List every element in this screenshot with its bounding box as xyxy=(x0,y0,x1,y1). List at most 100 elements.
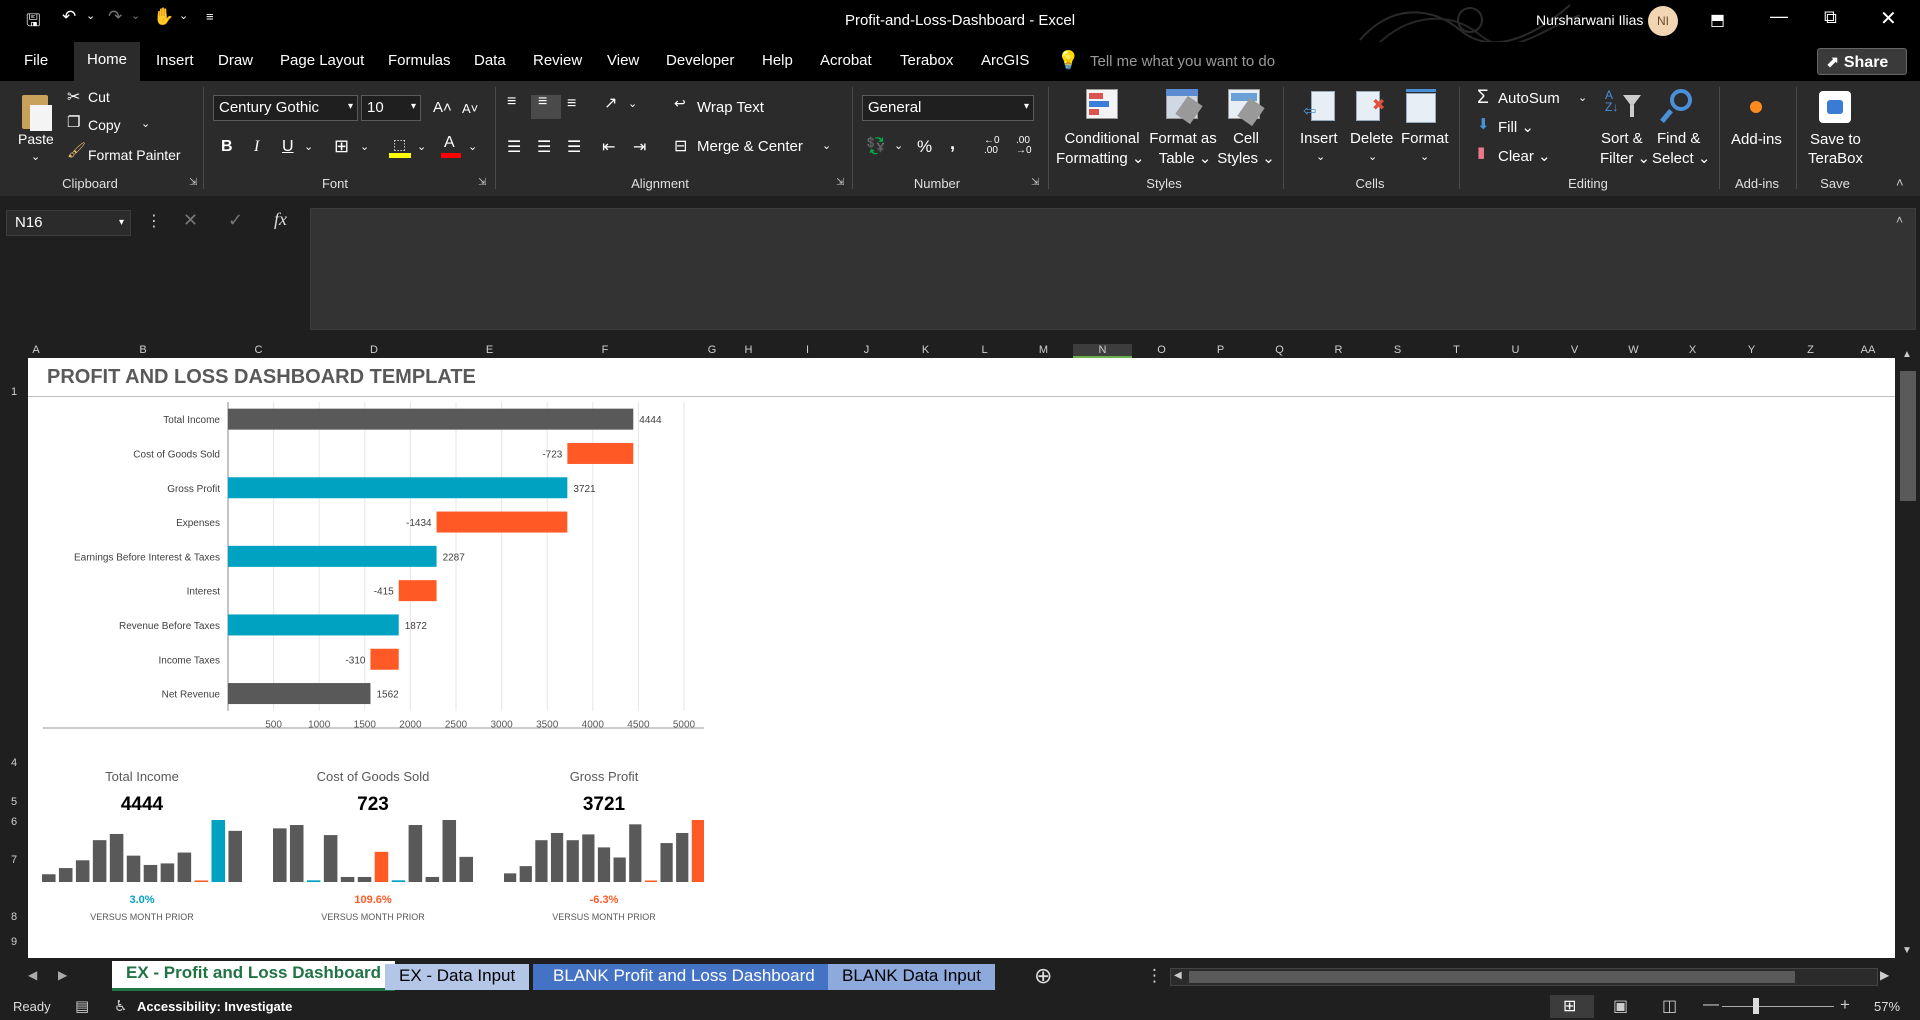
scroll-up-icon[interactable]: ▲ xyxy=(1902,349,1912,360)
column-header-x[interactable]: X xyxy=(1663,344,1722,356)
fill-color-dropdown-icon[interactable]: ⌄ xyxy=(417,140,426,153)
column-header-s[interactable]: S xyxy=(1368,344,1427,356)
zoom-level[interactable]: 57% xyxy=(1874,999,1900,1014)
clear-button[interactable]: Clear ⌄ xyxy=(1498,147,1551,165)
redo-icon[interactable]: ↷ xyxy=(108,7,122,27)
column-header-aa[interactable]: AA xyxy=(1840,344,1896,356)
column-header-b[interactable]: B xyxy=(43,344,243,356)
format-cells-icon[interactable] xyxy=(1406,89,1440,123)
tab-scroll-right-icon[interactable]: ▶ xyxy=(58,968,67,982)
column-header-e[interactable]: E xyxy=(474,344,505,356)
paste-button[interactable]: Paste xyxy=(18,131,54,147)
insert-cells-button[interactable]: Insert xyxy=(1300,130,1338,147)
copy-icon[interactable]: ❐ xyxy=(67,113,80,131)
cancel-entry-icon[interactable]: ✕ xyxy=(183,210,198,231)
horizontal-scroll-thumb[interactable] xyxy=(1189,971,1795,983)
cut-icon[interactable]: ✂ xyxy=(67,87,80,107)
shrink-font-button[interactable]: A˅ xyxy=(462,101,478,116)
page-break-view-icon[interactable]: ◫ xyxy=(1662,996,1677,1016)
row-header-9[interactable]: 9 xyxy=(2,936,26,948)
touch-dropdown-icon[interactable]: ⌄ xyxy=(179,9,188,22)
tab-insert[interactable]: Insert xyxy=(156,52,194,69)
column-header-r[interactable]: R xyxy=(1309,344,1368,356)
font-name-select[interactable]: Century Gothic ▾ xyxy=(213,95,358,121)
terabox-icon[interactable] xyxy=(1819,91,1851,123)
column-header-a[interactable]: A xyxy=(29,344,43,356)
increase-decimal-button[interactable]: ←0.00 xyxy=(984,136,1000,156)
collapse-ribbon-icon[interactable]: ˄ xyxy=(1896,175,1904,190)
find-select-icon[interactable] xyxy=(1660,89,1696,123)
save-to-terabox-button[interactable]: Save to xyxy=(1810,131,1861,148)
column-header-t[interactable]: T xyxy=(1427,344,1486,356)
column-header-v[interactable]: V xyxy=(1545,344,1604,356)
orientation-dropdown-icon[interactable]: ⌄ xyxy=(628,97,637,110)
add-ins-icon[interactable] xyxy=(1750,101,1762,113)
zoom-out-icon[interactable]: — xyxy=(1703,996,1719,1014)
paste-icon[interactable] xyxy=(18,91,54,131)
format-as-table-button[interactable]: Format as xyxy=(1148,130,1218,147)
ribbon-display-icon[interactable]: ⬒ xyxy=(1710,10,1725,30)
save-icon[interactable]: 🖫 xyxy=(26,8,40,37)
column-header-z[interactable]: Z xyxy=(1781,344,1840,356)
scroll-left-icon[interactable]: ◀ xyxy=(1174,970,1182,981)
cell-styles-button[interactable]: Cell xyxy=(1224,130,1268,147)
underline-button[interactable]: U xyxy=(282,138,294,156)
accessibility-status[interactable]: Accessibility: Investigate xyxy=(137,999,292,1014)
wrap-text-button[interactable]: Wrap Text xyxy=(697,99,764,116)
row-header-5[interactable]: 5 xyxy=(2,796,26,808)
row-header-6[interactable]: 6 xyxy=(2,816,26,828)
orientation-icon[interactable]: ↗ xyxy=(604,93,617,113)
fill-color-icon[interactable]: ⬚ xyxy=(389,136,411,158)
fill-button[interactable]: Fill ⌄ xyxy=(1498,118,1534,136)
font-size-select[interactable]: 10 ▾ xyxy=(361,95,421,121)
row-header-4[interactable]: 4 xyxy=(2,757,26,769)
column-header-j[interactable]: J xyxy=(837,344,896,356)
italic-button[interactable]: I xyxy=(254,138,259,156)
column-header-c[interactable]: C xyxy=(243,344,274,356)
zoom-slider[interactable] xyxy=(1722,1006,1834,1007)
share-button[interactable]: ⬈ Share ⌄ xyxy=(1817,48,1907,88)
kpi-card-gross-profit[interactable]: Gross Profit 3721 -6.3% VERSUS MONTH PRIOR xyxy=(504,769,704,922)
kpi-card-cost-of-goods-sold[interactable]: Cost of Goods Sold 723 109.6% VERSUS MONTH … xyxy=(273,769,473,922)
autosum-icon[interactable]: Σ xyxy=(1477,87,1489,109)
copy-button[interactable]: Copy xyxy=(88,117,121,133)
tab-help[interactable]: Help xyxy=(762,52,793,69)
row-header-8[interactable]: 8 xyxy=(2,911,26,923)
close-icon[interactable]: ✕ xyxy=(1880,6,1897,31)
number-format-select[interactable]: General ▾ xyxy=(862,95,1034,121)
column-header-o[interactable]: O xyxy=(1132,344,1191,356)
kpi-card-total-income[interactable]: Total Income 4444 3.0% VERSUS MONTH PRIOR xyxy=(42,769,242,922)
autosum-dropdown-icon[interactable]: ⌄ xyxy=(1578,91,1587,104)
fill-icon[interactable]: ⬇ xyxy=(1477,115,1490,133)
copy-dropdown-icon[interactable]: ⌄ xyxy=(141,117,150,130)
tab-draw[interactable]: Draw xyxy=(218,52,253,69)
tab-terabox[interactable]: Terabox xyxy=(900,52,953,69)
touch-mode-icon[interactable]: ✋ xyxy=(153,7,174,27)
number-launcher-icon[interactable]: ⇲ xyxy=(1031,177,1039,188)
column-header-w[interactable]: W xyxy=(1604,344,1663,356)
align-center-icon[interactable]: ☰ xyxy=(537,137,551,157)
font-launcher-icon[interactable]: ⇲ xyxy=(478,177,486,188)
horizontal-scrollbar[interactable]: ◀ xyxy=(1170,968,1878,986)
column-header-f[interactable]: F xyxy=(505,344,705,356)
format-dropdown-icon[interactable]: ⌄ xyxy=(1420,150,1429,163)
column-header-p[interactable]: P xyxy=(1191,344,1250,356)
cell-styles-icon[interactable] xyxy=(1228,89,1265,127)
clipboard-launcher-icon[interactable]: ⇲ xyxy=(189,177,197,188)
column-header-n[interactable]: N xyxy=(1073,344,1132,358)
minimize-icon[interactable]: — xyxy=(1770,6,1788,27)
tab-arcgis[interactable]: ArcGIS xyxy=(981,52,1029,69)
customize-qat-icon[interactable]: ≡ xyxy=(206,9,214,24)
macro-record-icon[interactable]: ▤ xyxy=(75,997,89,1015)
tab-file[interactable]: File xyxy=(24,52,48,69)
sheet-tab-blank-profit-and-loss-dashboard[interactable]: BLANK Profit and Loss Dashboard xyxy=(533,964,835,990)
row-header-7[interactable]: 7 xyxy=(2,854,26,866)
more-options-icon[interactable]: ⋮ xyxy=(146,211,162,231)
column-header-u[interactable]: U xyxy=(1486,344,1545,356)
add-sheet-icon[interactable]: ⊕ xyxy=(1034,963,1052,989)
accounting-format-icon[interactable]: 💱 xyxy=(866,136,886,156)
avatar[interactable]: NI xyxy=(1648,6,1678,36)
tab-view[interactable]: View xyxy=(607,52,639,69)
increase-indent-icon[interactable]: ⇥ xyxy=(633,137,646,157)
restore-icon[interactable]: ⧉ xyxy=(1824,7,1837,28)
